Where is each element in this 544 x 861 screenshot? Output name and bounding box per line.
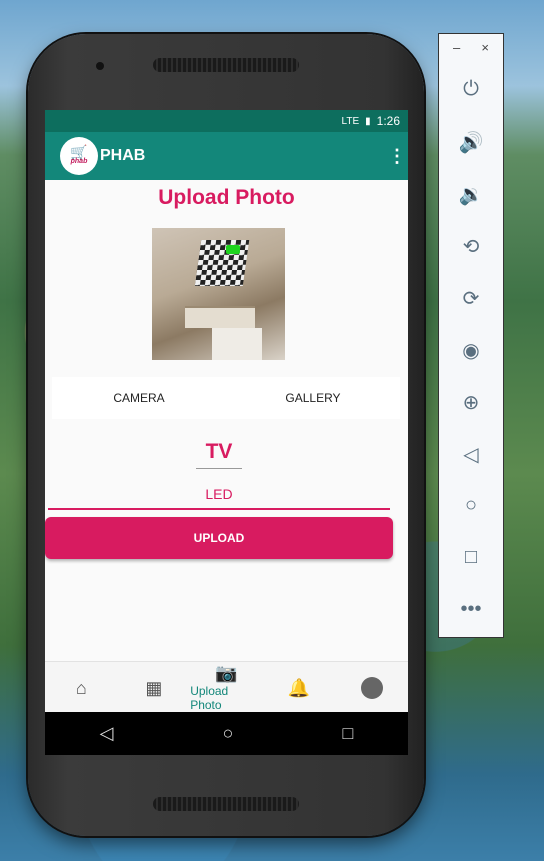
bell-icon: 🔔 [287, 677, 311, 698]
page-heading: Upload Photo [158, 186, 295, 209]
shelf [185, 306, 255, 328]
phone-screen: LTE ▮ 1:26 🛒 phab PHAB ⋮ Upload Photo CA… [45, 110, 408, 755]
status-time: 1:26 [376, 114, 400, 128]
front-camera [96, 62, 104, 70]
rotate-right-icon[interactable]: ⟳ [439, 286, 503, 311]
home-icon[interactable]: ○ [439, 494, 503, 517]
back-icon[interactable]: ◁ [100, 723, 114, 744]
app-bar: 🛒 phab PHAB ⋮ [45, 132, 408, 180]
minimize-icon[interactable]: – [453, 40, 460, 55]
bottom-navigation: ⌂ ▦ 📷 Upload Photo 🔔 [45, 661, 408, 713]
phone-device: LTE ▮ 1:26 🛒 phab PHAB ⋮ Upload Photo CA… [28, 34, 424, 836]
window-controls: – × [439, 34, 503, 55]
logo-text: phab [70, 158, 88, 165]
photo-preview [152, 228, 285, 360]
category-underline [196, 468, 242, 469]
bottom-speaker [153, 797, 299, 811]
nav-home[interactable]: ⌂ [45, 662, 118, 713]
home-icon: ⌂ [75, 677, 87, 698]
more-vert-icon[interactable]: ⋮ [388, 147, 406, 165]
camera-icon: 📷 [215, 662, 238, 683]
system-navigation-bar: ◁ ○ □ [45, 712, 408, 755]
nav-dashboard[interactable]: ▦ [118, 662, 191, 713]
volume-up-icon[interactable]: 🔊 [439, 130, 503, 155]
battery-icon: ▮ [365, 115, 371, 127]
item-name-field[interactable]: LED [48, 486, 390, 510]
upload-button[interactable]: UPLOAD [45, 517, 393, 559]
cart-icon: 🛒 [70, 144, 88, 160]
overview-icon[interactable]: □ [343, 723, 354, 744]
doorway [212, 328, 262, 360]
emulator-side-panel: – × ⏻ 🔊 🔉 ⟲ ⟳ ◉ ⊕ ◁ ○ □ ••• [438, 33, 504, 638]
nav-profile[interactable] [335, 662, 408, 713]
more-icon[interactable]: ••• [439, 598, 503, 621]
zoom-icon[interactable]: ⊕ [439, 390, 503, 415]
power-icon[interactable]: ⏻ [439, 78, 503, 101]
nav-notifications[interactable]: 🔔 [263, 662, 336, 713]
nav-upload-photo[interactable]: 📷 Upload Photo [190, 662, 263, 713]
green-marker [226, 245, 240, 254]
overview-icon[interactable]: □ [439, 546, 503, 569]
network-label: LTE [341, 115, 360, 127]
back-icon[interactable]: ◁ [439, 442, 503, 467]
checkered-ceiling [194, 240, 250, 286]
nav-upload-photo-label: Upload Photo [190, 683, 229, 712]
earpiece-speaker [153, 58, 299, 72]
app-logo: 🛒 phab [60, 137, 98, 175]
home-circle-icon[interactable]: ○ [223, 723, 234, 744]
screenshot-icon[interactable]: ◉ [439, 338, 503, 363]
gallery-button[interactable]: GALLERY [226, 377, 400, 419]
app-title: PHAB [100, 147, 146, 164]
avatar-icon [360, 676, 383, 699]
status-bar: LTE ▮ 1:26 [45, 110, 408, 132]
rotate-left-icon[interactable]: ⟲ [439, 234, 503, 259]
category-label[interactable]: TV [195, 440, 243, 464]
close-icon[interactable]: × [481, 40, 489, 55]
camera-button[interactable]: CAMERA [52, 377, 226, 419]
dashboard-icon: ▦ [145, 677, 163, 698]
volume-down-icon[interactable]: 🔉 [439, 182, 503, 207]
photo-source-buttons: CAMERA GALLERY [52, 377, 400, 419]
